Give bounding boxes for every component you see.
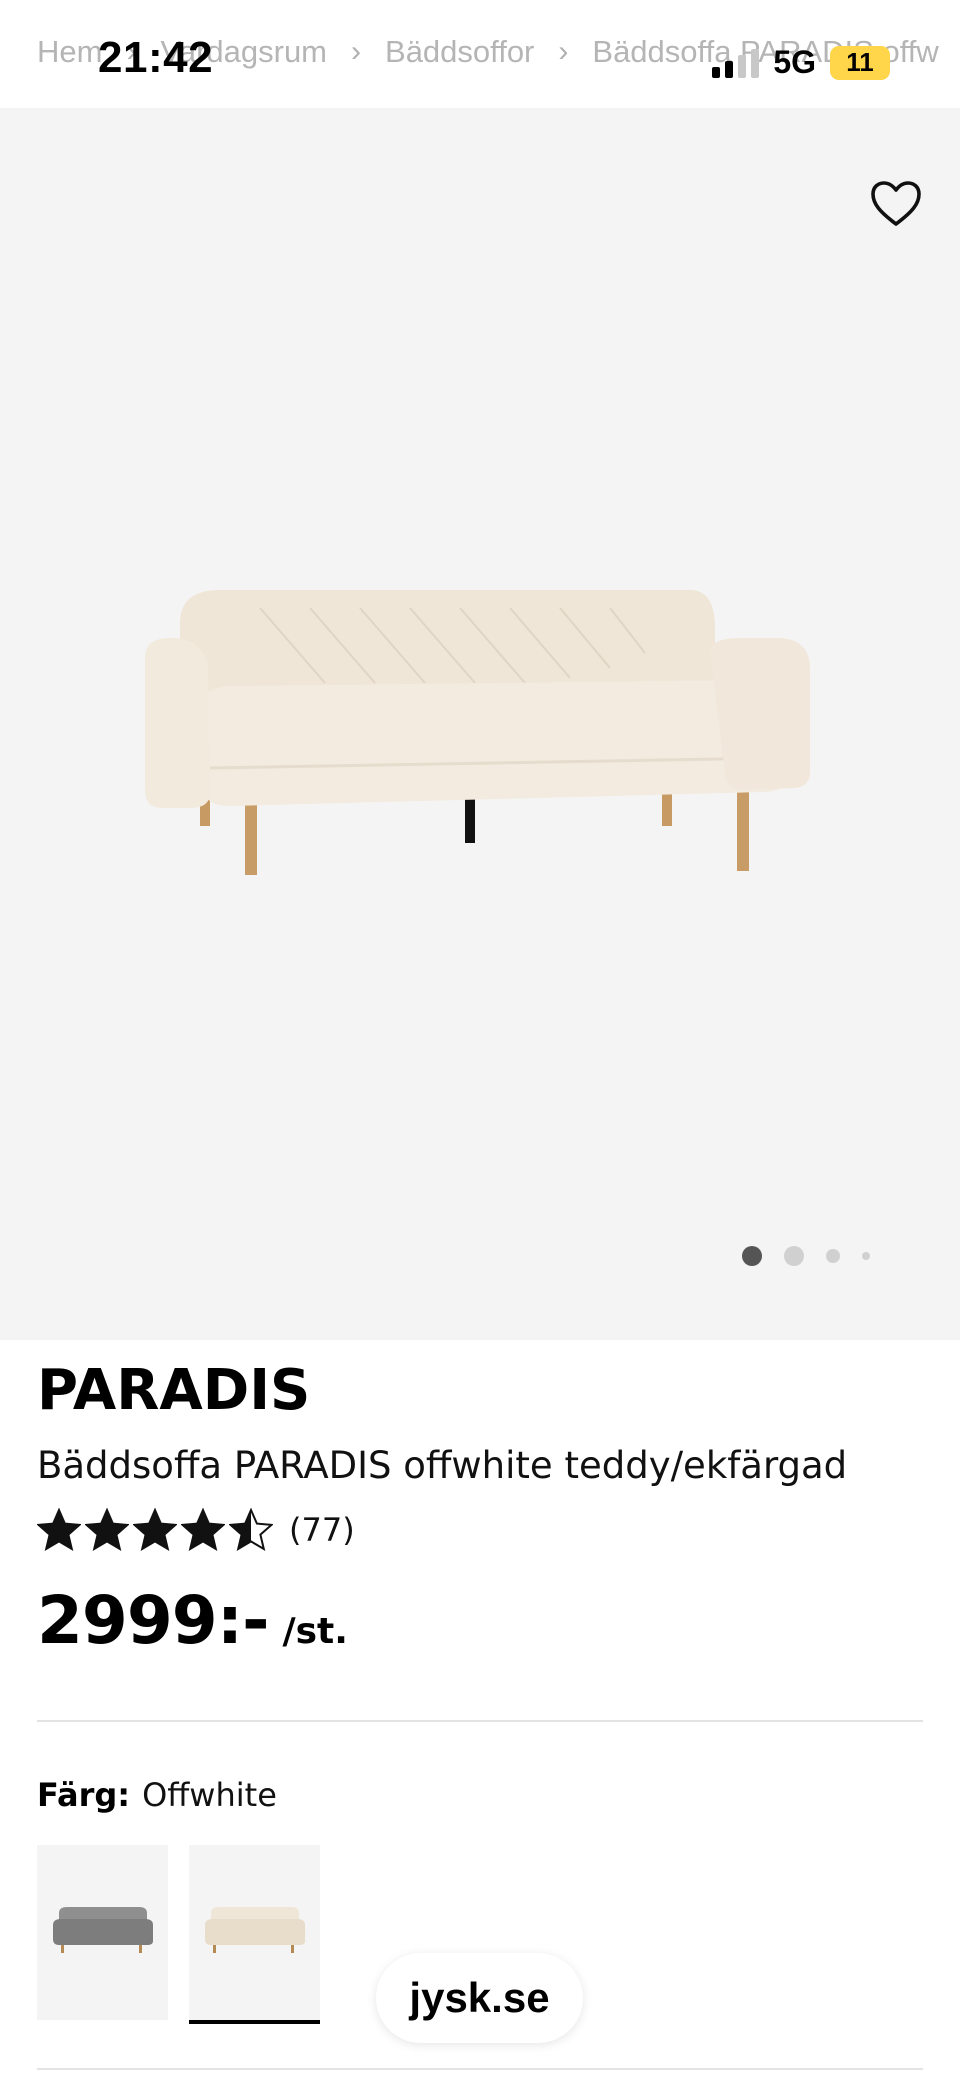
color-swatches	[37, 1845, 320, 2024]
status-indicators: 5G 11	[712, 44, 890, 81]
star-full-icon	[181, 1508, 225, 1552]
battery-icon: 11	[830, 45, 890, 80]
signal-icon	[712, 48, 760, 78]
color-value: Offwhite	[142, 1776, 277, 1814]
divider	[37, 1720, 923, 1722]
gallery-dot[interactable]	[742, 1246, 762, 1266]
url-pill[interactable]: jysk.se	[376, 1953, 583, 2043]
star-rating	[37, 1508, 273, 1552]
top-bar: Hem › Vardagsrum › Bäddsoffor › Bäddsoff…	[0, 0, 960, 108]
price-unit: /st.	[282, 1611, 348, 1652]
network-type: 5G	[773, 44, 816, 80]
price-amount: 2999:-	[37, 1582, 269, 1659]
gallery-pagination[interactable]	[742, 1246, 870, 1266]
product-name: Bäddsoffa PARADIS offwhite teddy/ekfärga…	[37, 1444, 848, 1487]
breadcrumb-item-sofabeds[interactable]: Bäddsoffor	[385, 34, 534, 70]
status-time: 21:42	[98, 33, 214, 82]
color-selector-label: Färg: Offwhite	[37, 1776, 277, 1814]
breadcrumb-item-home[interactable]: Hem	[37, 34, 102, 70]
color-swatch-grey[interactable]	[37, 1845, 168, 2020]
product-image	[145, 590, 810, 875]
product-brand: PARADIS	[37, 1358, 311, 1423]
gallery-dot[interactable]	[862, 1252, 870, 1260]
heart-icon[interactable]	[870, 180, 922, 228]
star-full-icon	[133, 1508, 177, 1552]
color-label: Färg:	[37, 1776, 131, 1814]
chevron-right-icon: ›	[558, 35, 569, 68]
sofa-thumbnail-icon	[205, 1907, 305, 1953]
gallery-dot[interactable]	[826, 1249, 840, 1263]
gallery-dot[interactable]	[784, 1246, 804, 1266]
product-gallery[interactable]	[0, 108, 960, 1340]
rating-count[interactable]: (77)	[289, 1511, 355, 1549]
divider	[37, 2068, 923, 2070]
sofa-thumbnail-icon	[53, 1907, 153, 1953]
star-full-icon	[85, 1508, 129, 1552]
star-full-icon	[37, 1508, 81, 1552]
chevron-right-icon: ›	[351, 35, 362, 68]
star-half-icon	[229, 1508, 273, 1552]
color-swatch-offwhite[interactable]	[189, 1845, 320, 2024]
product-price: 2999:- /st.	[37, 1582, 348, 1659]
product-rating[interactable]: (77)	[37, 1508, 355, 1552]
